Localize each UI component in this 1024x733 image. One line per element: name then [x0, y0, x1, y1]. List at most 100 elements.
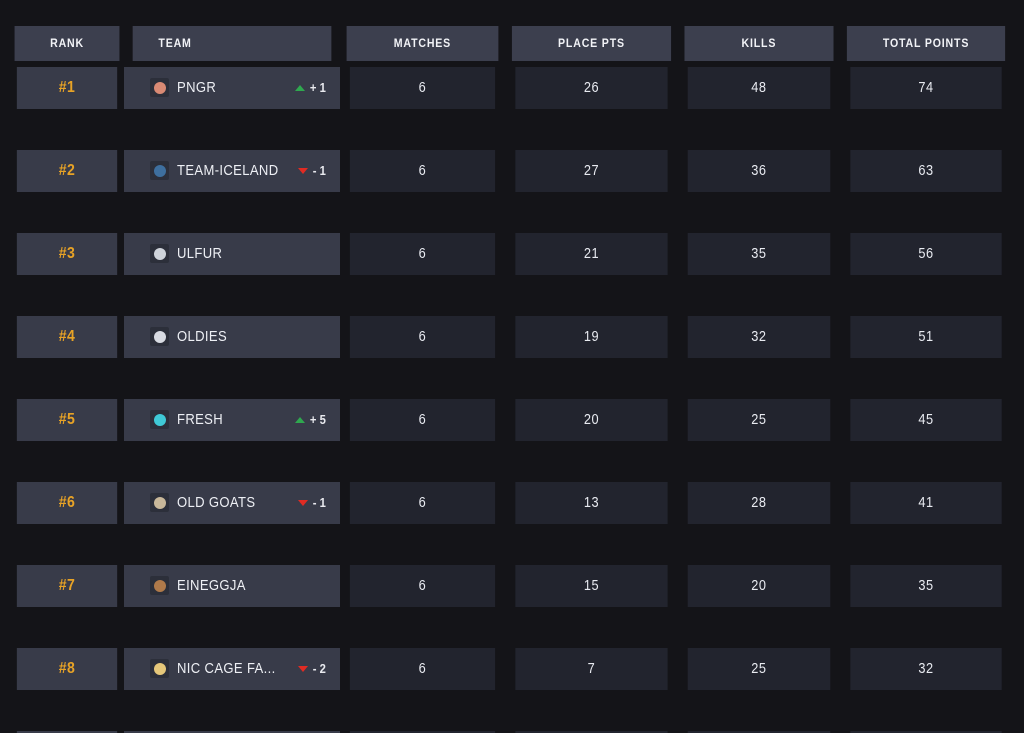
- total-points-value: 41: [918, 494, 934, 511]
- old-goats-logo: [150, 493, 170, 513]
- column-header-matches[interactable]: MATCHES: [347, 26, 499, 61]
- triangle-down-icon: [297, 167, 308, 174]
- table-row[interactable]: #6 OLD GOATS - 1 6 13 28 41: [10, 482, 1012, 524]
- total-points-value: 32: [918, 660, 934, 677]
- rank-value: #4: [58, 327, 76, 345]
- total-points-value: 45: [918, 411, 934, 428]
- kills-cell: 48: [687, 67, 831, 109]
- kills-value: 48: [751, 79, 767, 96]
- place-points-value: 27: [584, 162, 600, 179]
- table-row[interactable]: #1 PNGR + 1 6 26 48 74: [10, 67, 1012, 109]
- matches-cell: 6: [350, 67, 496, 109]
- team-name: PNGR: [177, 79, 217, 96]
- team-cell: TEAM-ICELAND - 1: [124, 150, 341, 192]
- team-wrapper: OLD GOATS - 1: [150, 493, 330, 513]
- place-points-cell: 26: [515, 67, 668, 109]
- place-points-cell: 27: [515, 150, 668, 192]
- pngr-logo: [150, 78, 170, 98]
- matches-value: 6: [419, 245, 427, 262]
- table-row[interactable]: #5 FRESH + 5 6 20 25 45: [10, 399, 1012, 441]
- place-points-cell: 13: [515, 482, 668, 524]
- matches-cell: 6: [350, 482, 496, 524]
- kills-cell: 35: [687, 233, 831, 275]
- team-cell: OLD GOATS - 1: [124, 482, 341, 524]
- rank-delta: - 1: [297, 163, 331, 178]
- table-row[interactable]: #3 ULFUR 6 21 35 56: [10, 233, 1012, 275]
- rank-cell: #7: [16, 565, 118, 607]
- rank-delta-value: + 1: [309, 80, 326, 95]
- rank-delta-value: - 2: [312, 661, 326, 676]
- ulfur-logo: [150, 244, 170, 264]
- rank-value: #1: [58, 78, 76, 96]
- matches-value: 6: [419, 328, 427, 345]
- place-points-cell: 19: [515, 316, 668, 358]
- matches-value: 6: [419, 79, 427, 96]
- table-header-row: RANK TEAM MATCHES PLACE PTS KILLS TOTAL …: [10, 26, 1012, 61]
- nic-cage-logo: [150, 659, 170, 679]
- total-points-cell: 41: [850, 482, 1002, 524]
- rank-cell: #6: [16, 482, 118, 524]
- total-points-cell: 35: [850, 565, 1002, 607]
- total-points-cell: 56: [850, 233, 1002, 275]
- team-cell: PNGR + 1: [124, 67, 341, 109]
- team-wrapper: EINEGGJA: [150, 576, 330, 596]
- table-row[interactable]: #7 EINEGGJA 6 15 20 35: [10, 565, 1012, 607]
- team-name: OLD GOATS: [177, 494, 256, 511]
- total-points-cell: 45: [850, 399, 1002, 441]
- kills-value: 25: [751, 660, 767, 677]
- team-name: NIC CAGE FA...: [177, 660, 276, 677]
- matches-cell: 6: [350, 648, 496, 690]
- column-header-team[interactable]: TEAM: [132, 26, 332, 61]
- rank-cell: #5: [16, 399, 118, 441]
- column-header-total-points[interactable]: TOTAL POINTS: [846, 26, 1006, 61]
- matches-value: 6: [419, 494, 427, 511]
- leaderboard-panel: RANK TEAM MATCHES PLACE PTS KILLS TOTAL …: [0, 0, 1024, 733]
- team-cell: FRESH + 5: [124, 399, 341, 441]
- team-cell: EINEGGJA: [124, 565, 341, 607]
- team-cell: OLDIES: [124, 316, 341, 358]
- column-header-place-pts[interactable]: PLACE PTS: [512, 26, 672, 61]
- total-points-cell: 63: [850, 150, 1002, 192]
- kills-cell: 28: [687, 482, 831, 524]
- table-row[interactable]: #8 NIC CAGE FA... - 2 6 7 25 32: [10, 648, 1012, 690]
- team-cell: ULFUR: [124, 233, 341, 275]
- row-separator: [10, 606, 1012, 648]
- eineggja-logo: [150, 576, 170, 596]
- place-points-value: 13: [584, 494, 600, 511]
- rank-value: #8: [58, 659, 76, 677]
- column-header-rank[interactable]: RANK: [14, 26, 120, 61]
- oldies-logo: [150, 327, 170, 347]
- table-row[interactable]: #4 OLDIES 6 19 32 51: [10, 316, 1012, 358]
- matches-cell: 6: [350, 316, 496, 358]
- row-separator: [10, 191, 1012, 233]
- matches-value: 6: [419, 660, 427, 677]
- row-separator: [10, 108, 1012, 150]
- matches-value: 6: [419, 577, 427, 594]
- rank-delta-value: - 1: [312, 163, 326, 178]
- rank-cell: #2: [16, 150, 118, 192]
- triangle-down-icon: [297, 665, 308, 672]
- rank-delta-value: - 1: [312, 495, 326, 510]
- kills-value: 35: [751, 245, 767, 262]
- kills-cell: 25: [687, 648, 831, 690]
- rank-delta-value: + 5: [309, 412, 326, 427]
- kills-value: 36: [751, 162, 767, 179]
- team-name: TEAM-ICELAND: [177, 162, 279, 179]
- team-name: FRESH: [177, 411, 224, 428]
- kills-cell: 36: [687, 150, 831, 192]
- rank-value: #3: [58, 244, 76, 262]
- rank-value: #5: [58, 410, 76, 428]
- team-name: ULFUR: [177, 245, 223, 262]
- place-points-value: 7: [587, 660, 596, 677]
- matches-value: 6: [419, 162, 427, 179]
- table-row[interactable]: #2 TEAM-ICELAND - 1 6 27 36 63: [10, 150, 1012, 192]
- fresh-logo: [150, 410, 170, 430]
- column-header-kills[interactable]: KILLS: [684, 26, 834, 61]
- total-points-value: 63: [918, 162, 934, 179]
- rank-value: #7: [58, 576, 76, 594]
- team-name: EINEGGJA: [177, 577, 246, 594]
- rank-delta: - 2: [297, 661, 331, 676]
- row-separator: [10, 357, 1012, 399]
- team-wrapper: OLDIES: [150, 327, 330, 347]
- place-points-value: 20: [584, 411, 600, 428]
